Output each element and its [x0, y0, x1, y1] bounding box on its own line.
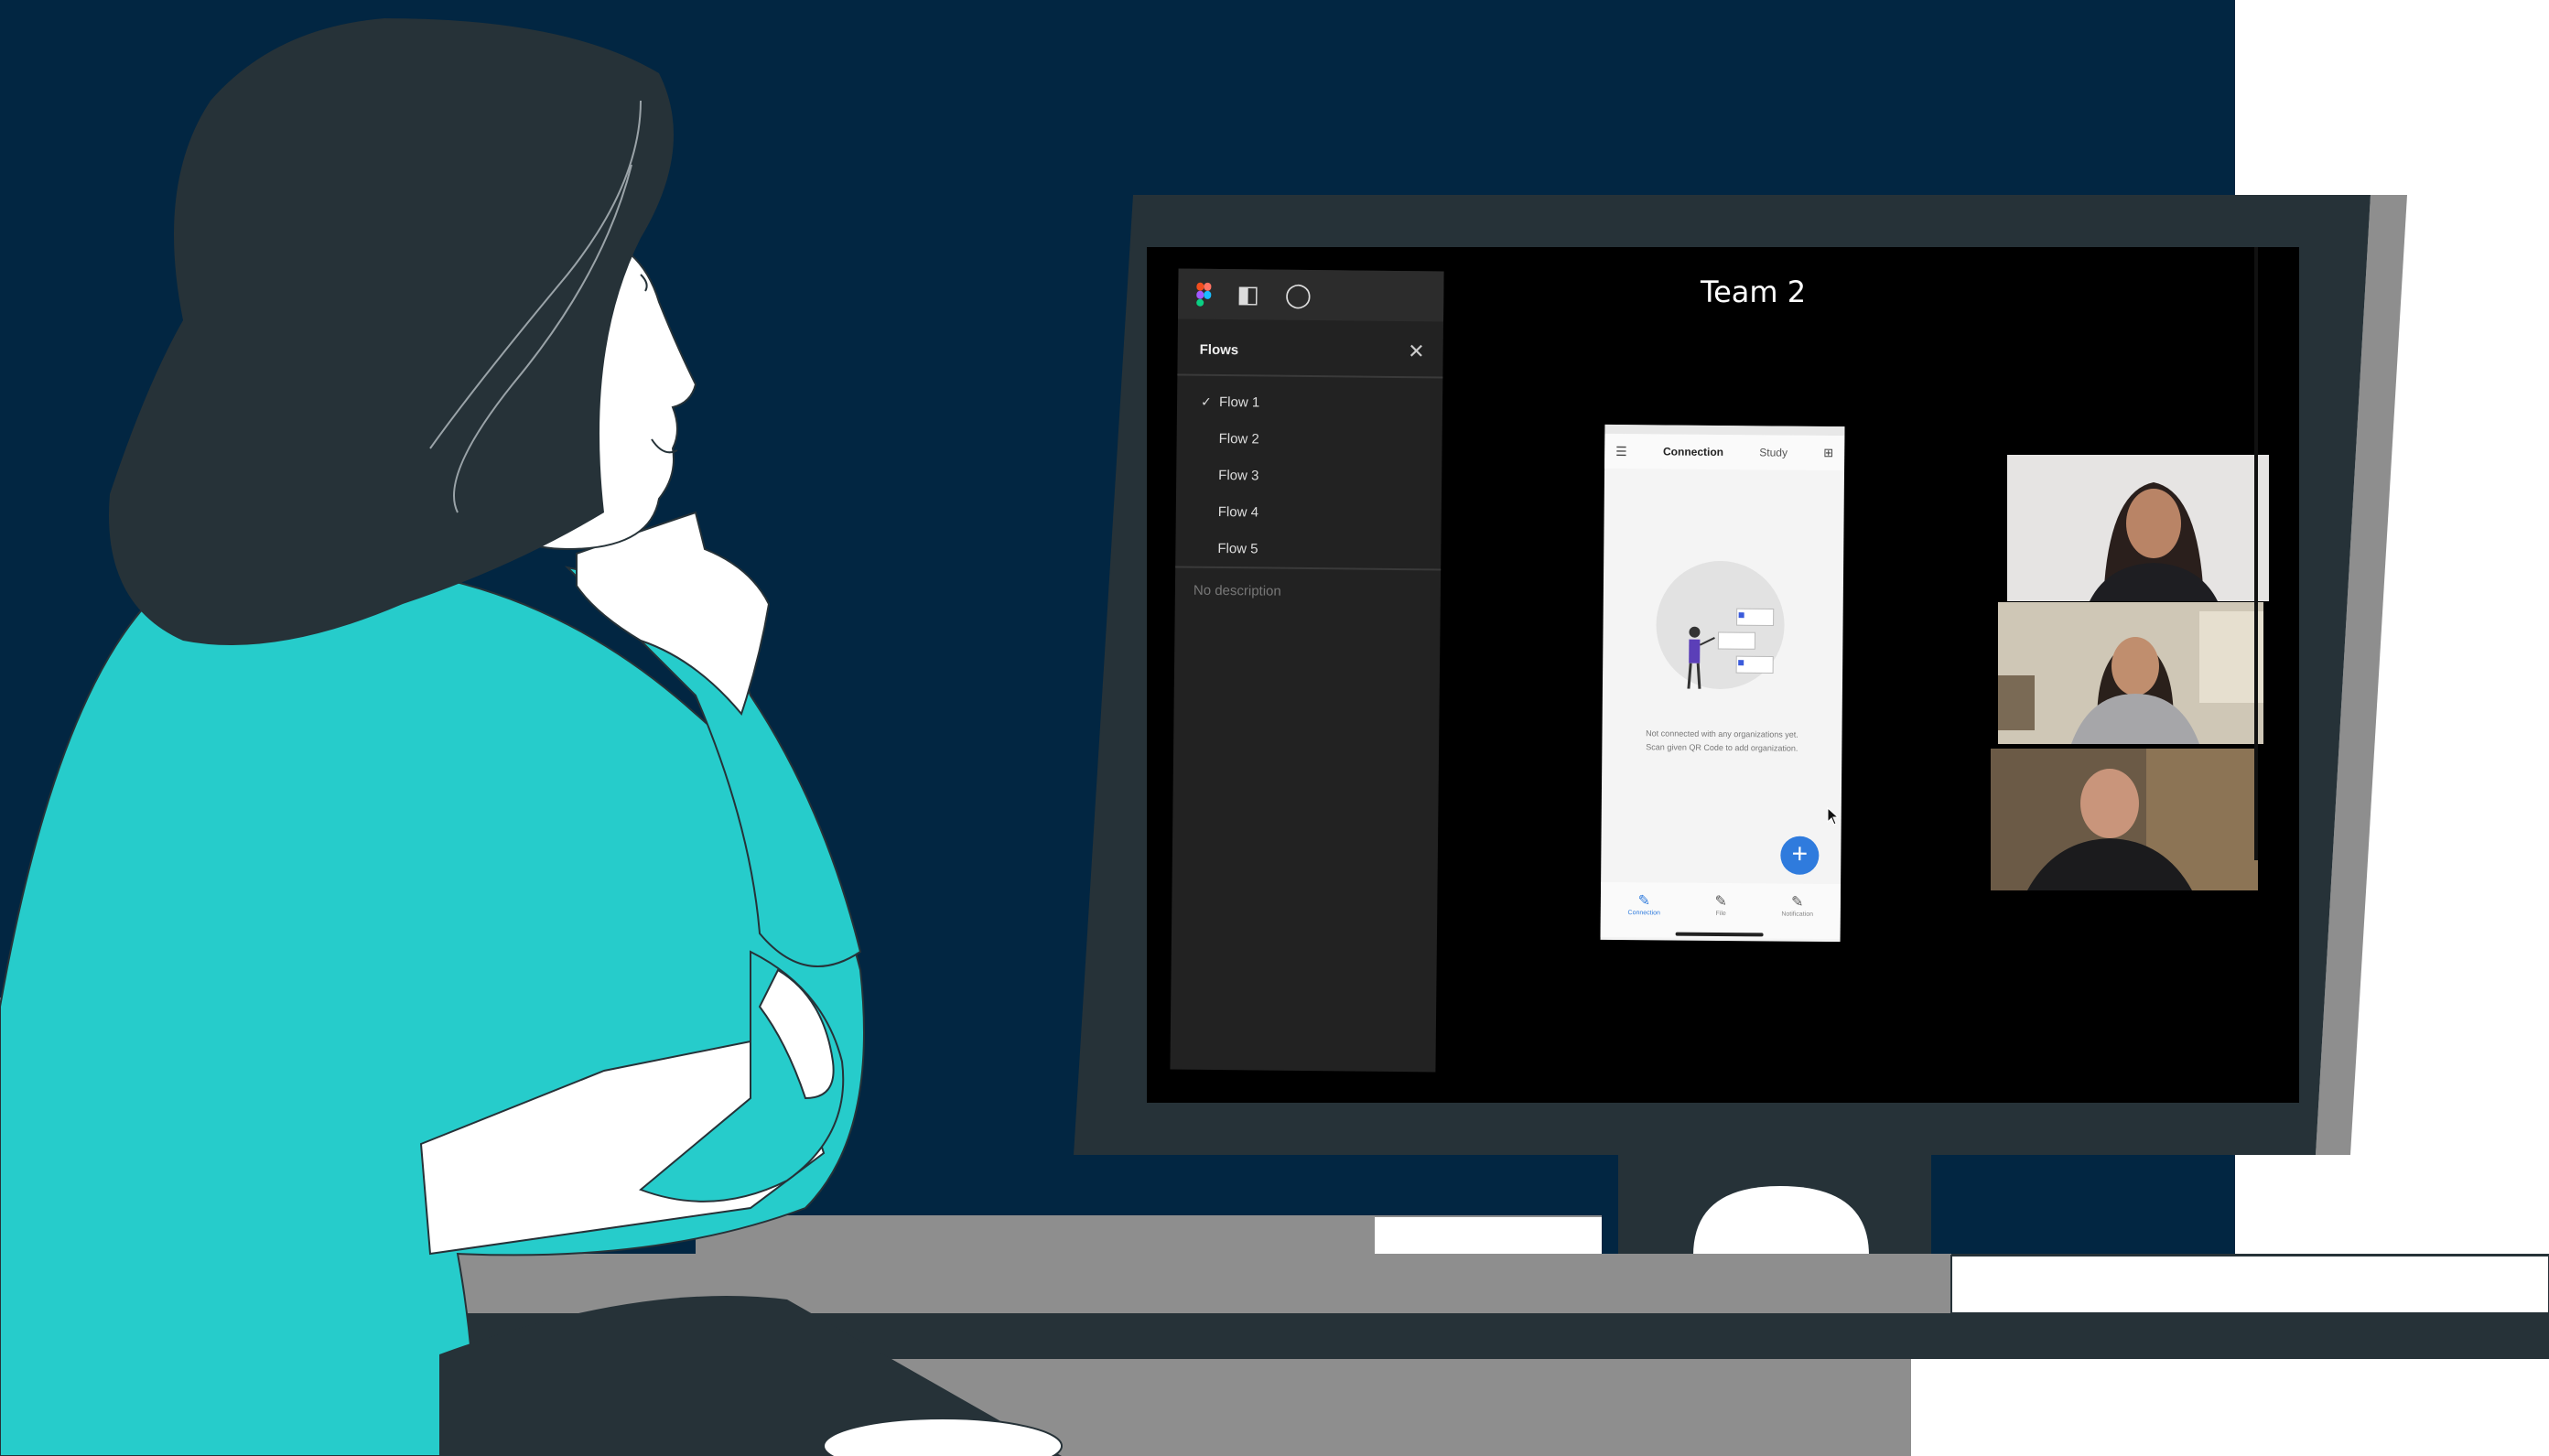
bottom-nav-notification[interactable]: ✎ Notification [1781, 893, 1813, 918]
file-icon: ✎ [1714, 893, 1728, 911]
bottom-nav-file[interactable]: ✎ File [1714, 892, 1728, 917]
message-line-2: Scan given QR Code to add organization. [1646, 742, 1798, 753]
qr-scan-icon[interactable]: ⊞ [1823, 446, 1833, 460]
flow-label: Flow 5 [1217, 540, 1258, 556]
hamburger-menu-icon[interactable]: ☰ [1615, 443, 1627, 458]
participant-avatar [1991, 749, 2258, 890]
flow-item-5[interactable]: Flow 5 [1175, 529, 1441, 568]
checkmark-icon: ✓ [1200, 394, 1212, 409]
bottom-nav-connection[interactable]: ✎ Connection [1628, 891, 1661, 916]
phone-prototype: ☰ Connection Study ⊞ Not connected with … [1600, 424, 1845, 943]
flow-label: Flow 2 [1218, 430, 1259, 447]
figma-flows-panel: ◧ ◯ Flows ✕ ✓ Flow 1 Flow 2 Flow 3 Flow … [1170, 268, 1444, 1073]
participant-video-3[interactable] [1991, 749, 2258, 890]
phone-bottom-nav: ✎ Connection ✎ File ✎ Notification [1600, 881, 1842, 940]
panel-toggle-icon[interactable]: ◧ [1237, 280, 1259, 308]
tab-study[interactable]: Study [1759, 446, 1788, 458]
close-icon[interactable]: ✕ [1408, 340, 1425, 363]
flows-list: ✓ Flow 1 Flow 2 Flow 3 Flow 4 Flow 5 [1175, 375, 1443, 571]
participant-avatar [2007, 455, 2269, 601]
comment-icon[interactable]: ◯ [1285, 281, 1312, 309]
phone-top-nav: ☰ Connection Study ⊞ [1604, 433, 1845, 471]
figma-toolbar: ◧ ◯ [1178, 268, 1444, 322]
illustration-scene: Team 2 ◧ ◯ Flows ✕ ✓ Flow 1 Flow 2 Flow … [0, 0, 2549, 1456]
desk-back-ledge-white [1375, 1217, 1602, 1254]
meeting-title: Team 2 [1701, 275, 1807, 309]
person-with-boxes-icon [1687, 608, 1775, 689]
empty-state-illustration [1655, 560, 1786, 690]
flows-header: Flows ✕ [1177, 318, 1443, 379]
flow-label: Flow 4 [1217, 503, 1259, 520]
add-organization-button[interactable]: + [1780, 836, 1820, 875]
desk-top-right [1950, 1255, 2549, 1314]
connection-icon: ✎ [1637, 893, 1651, 910]
flow-item-3[interactable]: Flow 3 [1176, 456, 1442, 495]
flow-label: Flow 1 [1218, 394, 1260, 410]
empty-state-message: Not connected with any organizations yet… [1611, 727, 1832, 756]
mouse-cursor-icon [1827, 807, 1840, 825]
tab-connection[interactable]: Connection [1663, 445, 1723, 458]
participant-avatar [1998, 602, 2263, 744]
flows-title: Flows [1199, 341, 1239, 358]
flow-item-2[interactable]: Flow 2 [1176, 419, 1442, 458]
flow-label: Flow 3 [1218, 467, 1259, 483]
notification-icon: ✎ [1791, 894, 1804, 911]
screen-divider [2254, 247, 2258, 860]
flow-item-4[interactable]: Flow 4 [1176, 492, 1442, 532]
flow-description: No description [1193, 582, 1281, 599]
home-indicator [1675, 932, 1764, 937]
desk-front-right [1911, 1359, 2549, 1456]
participant-video-1[interactable] [2007, 455, 2269, 601]
monitor-screen: Team 2 ◧ ◯ Flows ✕ ✓ Flow 1 Flow 2 Flow … [1147, 247, 2299, 1103]
figma-logo-icon[interactable] [1196, 282, 1212, 307]
flow-item-1[interactable]: ✓ Flow 1 [1177, 383, 1442, 422]
participant-video-2[interactable] [1998, 602, 2263, 744]
